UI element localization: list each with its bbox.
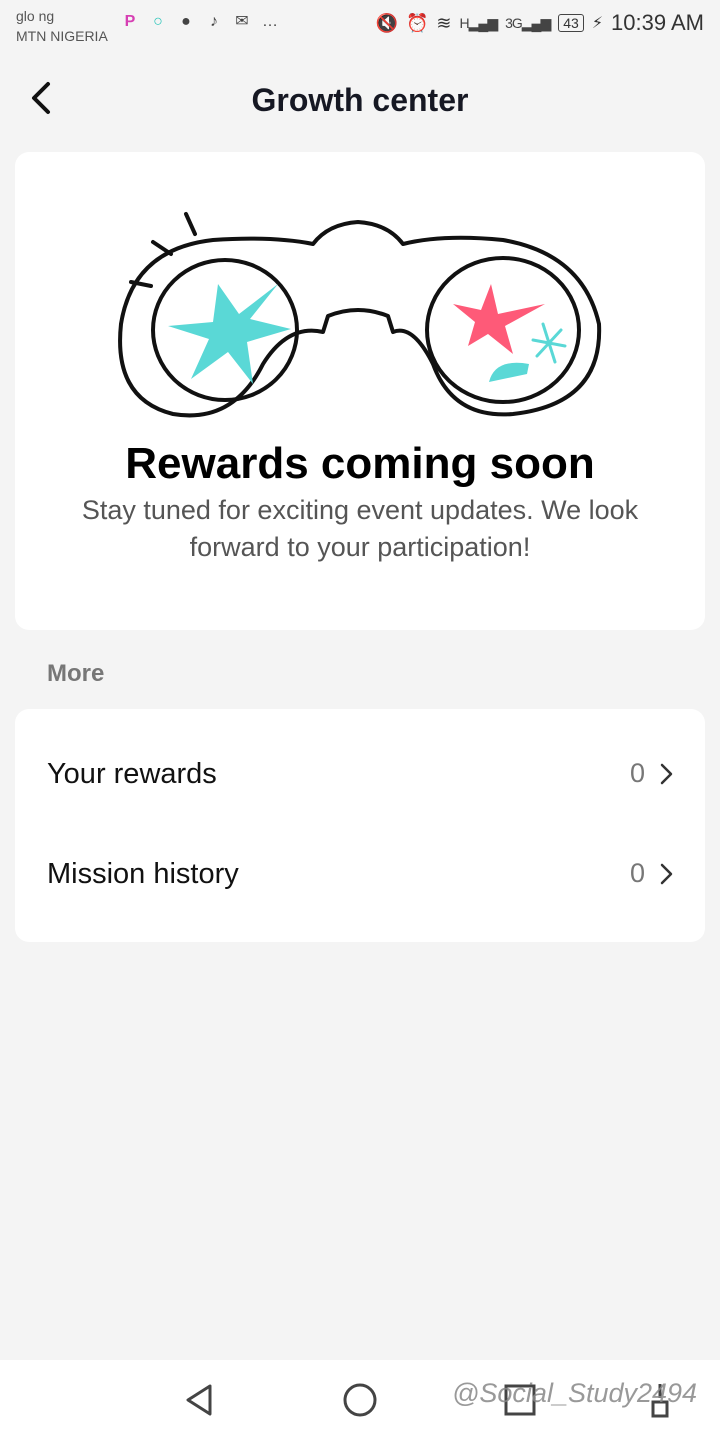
- binoculars-illustration: [118, 212, 602, 418]
- chevron-right-icon: [660, 863, 673, 885]
- section-label-more: More: [47, 660, 105, 687]
- status-bar: glo ng MTN NIGERIA P ○ ● ♪ ✉ … 🔇 ⏰ ≋ H▂▄…: [0, 0, 720, 52]
- mute-icon: 🔇: [375, 12, 398, 33]
- carrier-primary: glo ng: [16, 8, 55, 24]
- page-title: Growth center: [251, 82, 469, 118]
- battery-indicator: 43: [558, 14, 584, 32]
- hero-title: Rewards coming soon: [125, 439, 595, 488]
- more-list-card: Your rewards 0 Mission history 0: [15, 709, 705, 942]
- status-right: 🔇 ⏰ ≋ H▂▄▆ 3G▂▄▆ 43 ⚡ 10:39 AM: [376, 10, 704, 36]
- row-label: Mission history: [47, 858, 239, 890]
- row-count: 0: [629, 858, 645, 888]
- watermark: @Social_Study2494: [452, 1378, 698, 1408]
- signal-3g-icon: 3G▂▄▆: [505, 14, 551, 31]
- rewards-hero-card: Rewards coming soon Stay tuned for excit…: [15, 152, 705, 630]
- circle-home-icon: [343, 1383, 377, 1417]
- charging-icon: ⚡: [591, 15, 604, 32]
- triangle-back-icon: [186, 1384, 212, 1416]
- mail-icon: ✉: [235, 13, 249, 30]
- nav-home-button[interactable]: [340, 1380, 380, 1420]
- nav-back-button[interactable]: [180, 1380, 220, 1420]
- carrier-secondary: MTN NIGERIA: [16, 28, 108, 44]
- notification-icons: P ○ ● ♪ ✉ …: [120, 12, 280, 32]
- carrier-info: glo ng MTN NIGERIA: [16, 6, 108, 46]
- signal-h-icon: H▂▄▆: [459, 14, 499, 31]
- chevron-right-icon: [660, 763, 673, 785]
- snapchat-icon: ●: [181, 13, 191, 30]
- list-item-mission-history[interactable]: Mission history 0: [15, 824, 705, 924]
- clock: 10:39 AM: [611, 10, 704, 35]
- circle-app-icon: ○: [153, 13, 163, 30]
- more-icon: …: [262, 13, 278, 30]
- tiktok-icon: ♪: [210, 13, 218, 30]
- list-item-your-rewards[interactable]: Your rewards 0: [15, 724, 705, 824]
- hero-subtitle: Stay tuned for exciting event updates. W…: [81, 495, 639, 562]
- wifi-icon: ≋: [436, 12, 452, 33]
- picsart-icon: P: [124, 13, 136, 30]
- alarm-icon: ⏰: [406, 12, 429, 33]
- row-label: Your rewards: [47, 758, 217, 790]
- row-count: 0: [629, 758, 645, 788]
- app-header: Growth center: [0, 52, 720, 148]
